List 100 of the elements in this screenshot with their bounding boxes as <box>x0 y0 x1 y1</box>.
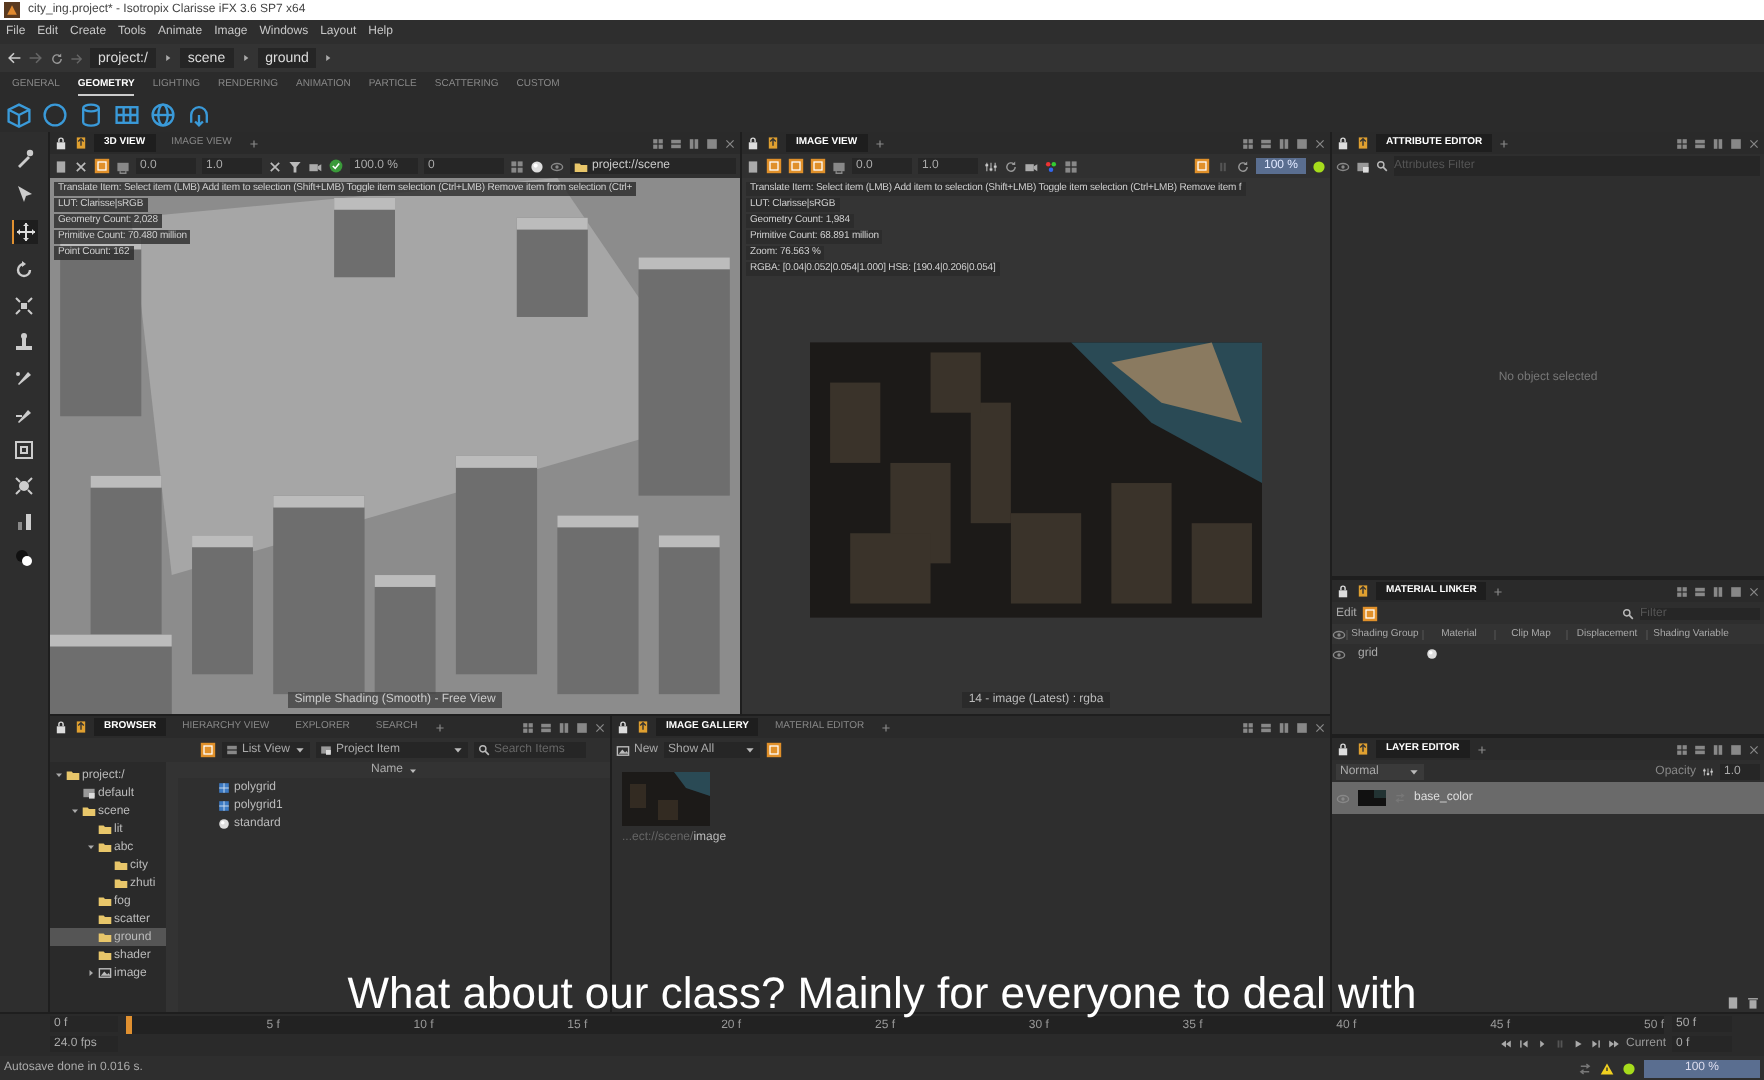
back-icon[interactable] <box>6 50 22 66</box>
collapse-arrow-icon[interactable] <box>86 968 96 978</box>
layout-columns-icon[interactable] <box>1712 137 1724 149</box>
close-icon[interactable] <box>1748 585 1760 597</box>
layout-columns-icon[interactable] <box>1712 585 1724 597</box>
layout-columns-icon[interactable] <box>688 137 700 149</box>
refresh-icon[interactable] <box>1235 159 1250 173</box>
close-icon[interactable] <box>1314 721 1326 733</box>
history-icon[interactable] <box>1004 159 1018 173</box>
cylinder-icon[interactable] <box>78 101 104 127</box>
breadcrumb-arrow-icon[interactable] <box>322 52 335 64</box>
maximize-icon[interactable] <box>1730 743 1742 755</box>
layout-rows-icon[interactable] <box>1694 585 1706 597</box>
layout-rows-icon[interactable] <box>1260 137 1272 149</box>
filter-icon[interactable] <box>288 159 302 173</box>
context-icon[interactable] <box>1356 159 1370 173</box>
layout-rows-icon[interactable] <box>1260 721 1272 733</box>
visibility-icon[interactable] <box>1332 627 1346 641</box>
expand-arrow-icon[interactable] <box>70 806 80 816</box>
rotate-icon[interactable] <box>14 260 34 280</box>
layout-rows-icon[interactable] <box>1694 743 1706 755</box>
pointer-icon[interactable] <box>14 184 34 204</box>
close-icon[interactable] <box>1748 137 1760 149</box>
history-icon[interactable] <box>50 51 64 65</box>
layout-grid-icon[interactable] <box>1242 721 1254 733</box>
add-tab-icon[interactable] <box>880 721 893 733</box>
close-icon[interactable] <box>724 137 736 149</box>
checker-icon[interactable] <box>1064 159 1078 173</box>
light-icon[interactable] <box>530 159 544 173</box>
snapshot-icon[interactable] <box>1024 159 1038 173</box>
maximize-icon[interactable] <box>576 721 588 733</box>
color-swatch-icon[interactable] <box>14 548 34 568</box>
gizmo-icon[interactable] <box>14 476 34 496</box>
gauge-icon[interactable] <box>14 512 34 532</box>
playhead[interactable] <box>126 1015 132 1033</box>
layout-columns-icon[interactable] <box>558 721 570 733</box>
grid-icon[interactable] <box>114 101 140 127</box>
visibility-icon[interactable] <box>1336 159 1350 173</box>
layout-grid-icon[interactable] <box>1676 585 1688 597</box>
save-icon[interactable] <box>54 159 68 173</box>
add-tab-icon[interactable] <box>1498 137 1511 149</box>
sort-caret-icon[interactable] <box>407 765 417 775</box>
display-mode-icon[interactable] <box>116 159 130 173</box>
add-tab-icon[interactable] <box>1492 585 1505 597</box>
scale-icon[interactable] <box>14 296 34 316</box>
layout-grid-icon[interactable] <box>652 137 664 149</box>
sliders-icon[interactable] <box>984 159 998 173</box>
step-forward-icon[interactable] <box>1589 1038 1602 1050</box>
add-tab-icon[interactable] <box>1475 743 1488 755</box>
play-icon[interactable] <box>1571 1038 1584 1050</box>
opacity-slider-icon[interactable] <box>1702 765 1714 777</box>
caret-icon[interactable] <box>452 744 464 756</box>
layout-grid-icon[interactable] <box>1676 137 1688 149</box>
caret-icon[interactable] <box>294 744 306 756</box>
layout-columns-icon[interactable] <box>1278 721 1290 733</box>
close-icon[interactable] <box>1748 743 1760 755</box>
new-layer-icon[interactable] <box>1726 996 1740 1010</box>
expand-arrow-icon[interactable] <box>54 770 64 780</box>
camera-icon[interactable] <box>308 159 322 173</box>
close-icon[interactable] <box>594 721 606 733</box>
breadcrumb-arrow-icon[interactable] <box>161 52 174 64</box>
eye-icon[interactable] <box>550 159 564 173</box>
maximize-icon[interactable] <box>1296 137 1308 149</box>
first-frame-icon[interactable] <box>1499 1038 1512 1050</box>
layout-grid-icon[interactable] <box>1242 137 1254 149</box>
layout-rows-icon[interactable] <box>670 137 682 149</box>
highlight-toggle-icon[interactable] <box>1193 158 1210 174</box>
lock-icon[interactable] <box>54 136 68 150</box>
lock-icon[interactable] <box>616 720 630 734</box>
layout-columns-icon[interactable] <box>1712 743 1724 755</box>
delete-layer-icon[interactable] <box>1746 996 1760 1010</box>
lock-icon[interactable] <box>746 136 760 150</box>
layout-rows-icon[interactable] <box>1694 137 1706 149</box>
last-frame-icon[interactable] <box>1607 1038 1620 1050</box>
color-channels-icon[interactable] <box>1044 159 1058 173</box>
add-tab-icon[interactable] <box>433 721 446 733</box>
maximize-icon[interactable] <box>1730 137 1742 149</box>
layout-grid-icon[interactable] <box>522 721 534 733</box>
step-back-icon[interactable] <box>1517 1038 1530 1050</box>
sphere-icon[interactable] <box>42 101 68 127</box>
lock-icon[interactable] <box>1336 584 1350 598</box>
highlight-toggle-icon[interactable] <box>1362 605 1379 621</box>
visibility-icon[interactable] <box>1332 647 1346 661</box>
save-icon[interactable] <box>746 159 760 173</box>
import-icon[interactable] <box>186 101 212 127</box>
add-tab-icon[interactable] <box>873 137 886 149</box>
layout-columns-icon[interactable] <box>1278 137 1290 149</box>
lock-icon[interactable] <box>1336 742 1350 756</box>
check-ball-icon[interactable] <box>328 158 344 174</box>
caret-icon[interactable] <box>744 744 757 756</box>
highlight-toggle-icon[interactable] <box>94 158 110 174</box>
lock-icon[interactable] <box>54 720 68 734</box>
frame-icon[interactable] <box>14 440 34 460</box>
eyedropper-icon[interactable] <box>14 148 34 168</box>
display-mode-icon[interactable] <box>832 159 846 173</box>
breadcrumb-arrow-icon[interactable] <box>239 52 252 64</box>
maximize-icon[interactable] <box>1730 585 1742 597</box>
expand-arrow-icon[interactable] <box>86 842 96 852</box>
add-tab-icon[interactable] <box>247 137 260 149</box>
stamp-icon[interactable] <box>14 332 34 352</box>
